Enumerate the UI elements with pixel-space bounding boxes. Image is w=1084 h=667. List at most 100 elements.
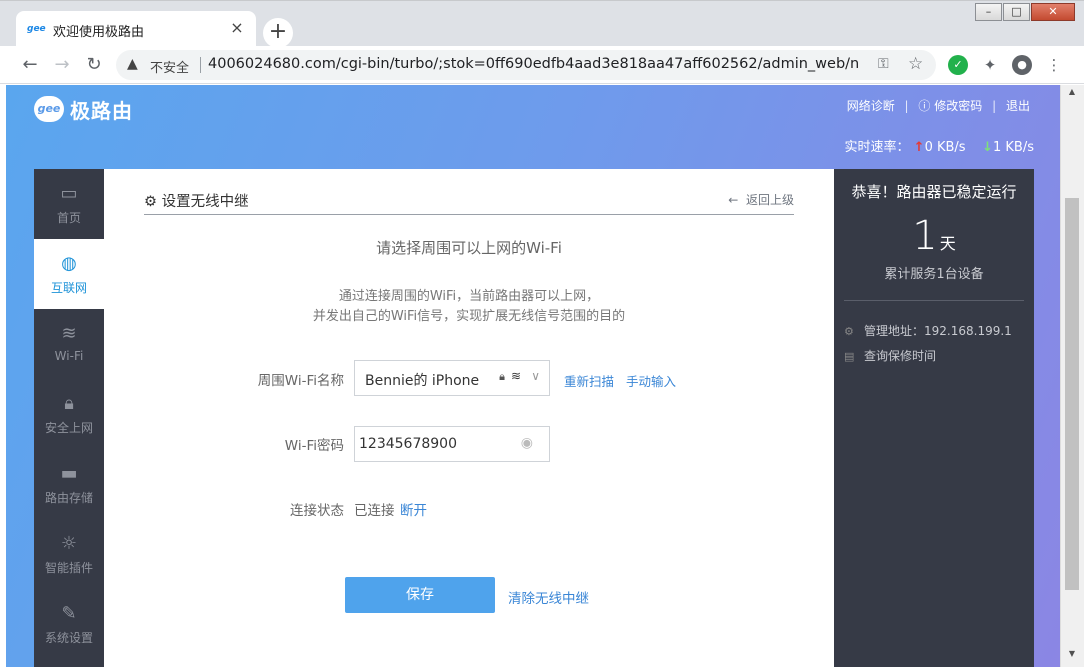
save-button[interactable]: 保存 [345,577,495,613]
password-value: 12345678900 [359,436,457,452]
back-link[interactable]: ← 返回上级 [728,191,794,208]
status-panel: 恭喜！路由器已稳定运行 1天 累计服务1台设备 ⚙ 管理地址：192.168.19… [834,169,1034,667]
warranty-link[interactable]: ▤ 查询保修时间 [844,347,936,364]
sidebar-item-label: 路由存储 [44,491,93,505]
window-close-button[interactable]: ✕ [1031,3,1075,21]
lock-icon: 🔒︎ [64,393,74,414]
back-arrow-icon[interactable]: ← [18,53,42,77]
back-arrow-icon: ← [728,193,739,207]
sidebar-item-storage[interactable]: ▬ 路由存储 [34,449,104,519]
maximize-button[interactable]: □ [1003,3,1030,21]
password-field[interactable]: 12345678900 ◉ [354,426,550,462]
eye-icon[interactable]: ◉ [521,435,533,451]
gear-icon: ⚙ [144,194,157,210]
sidebar-item-label: 互联网 [50,281,87,295]
wifi-name-value: Bennie的 iPhone [365,373,480,389]
bookmark-star-icon[interactable]: ☆ [908,54,923,74]
lock-icon: 🔒︎ [499,370,505,383]
puzzle-icon[interactable]: ✦ [980,55,1000,75]
download-arrow-icon: ↓ [982,140,993,155]
sidebar-item-security[interactable]: 🔒︎ 安全上网 [34,379,104,449]
new-tab-button[interactable]: + [263,18,293,48]
tab-title: 欢迎使用极路由 [53,25,145,40]
panel-divider [844,300,1024,301]
sidebar-item-label: 系统设置 [44,631,93,645]
admin-address-text: 管理地址：192.168.199.1 [864,324,1012,338]
security-label[interactable]: 不安全 [150,57,189,76]
served-devices: 累计服务1台设备 [884,267,984,282]
close-tab-icon[interactable]: × [228,19,246,37]
key-icon[interactable]: ⚿ [878,56,889,72]
disconnect-link[interactable]: 断开 [400,499,427,519]
extension-icon[interactable]: ✓ [948,55,968,75]
sidebar-item-label: 首页 [56,211,81,225]
content-header: ⚙ 设置无线中继 ← 返回上级 [144,187,794,215]
forward-arrow-icon[interactable]: → [50,53,74,77]
info-icon: ⓘ [918,99,931,113]
network-diagnose-link[interactable]: 网络诊断 [847,97,895,114]
sidebar-item-plugins[interactable]: ☼ 智能插件 [34,519,104,589]
globe-icon: ◍ [61,253,77,274]
folder-icon: ▬ [60,463,78,484]
uptime-days: 1天 [834,213,1034,259]
browser-tab[interactable]: gee 欢迎使用极路由 × [16,11,256,47]
description-line: 并发出自己的WiFi信号，实现扩展无线信号范围的目的 [312,309,626,324]
link-separator: | [992,99,997,113]
menu-dots-icon[interactable]: ⋮ [1044,55,1064,75]
manual-input-link[interactable]: 手动输入 [626,371,676,390]
main-content: ⚙ 设置无线中继 ← 返回上级 请选择周围可以上网的Wi-Fi 通过连接周围的W… [104,169,834,667]
chevron-down-icon: ∨ [531,369,540,383]
scroll-up-icon[interactable]: ▲ [1061,87,1083,103]
card-icon: ▤ [844,350,855,363]
bulb-icon: ☼ [60,533,78,554]
password-label: Wi-Fi密码 [284,438,344,454]
logo-text: 极路由 [70,99,133,123]
router-page: gee 极路由 网络诊断 | ⓘ 修改密码 | 退出 实时速率： ↑0 KB/s… [6,85,1060,667]
monitor-icon: ▭ [60,183,78,204]
url-text[interactable]: 4006024680.com/cgi-bin/turbo/;stok=0ff69… [208,56,858,72]
warranty-text: 查询保修时间 [864,349,937,363]
back-link-text: 返回上级 [745,193,794,207]
wifi-name-select[interactable]: Bennie的 iPhone 🔒︎ ≋ ∨ [354,360,550,396]
rescan-link[interactable]: 重新扫描 [564,371,614,390]
description-line: 通过连接周围的WiFi，当前路由器可以上网， [338,289,600,304]
section-subtitle: 请选择周围可以上网的Wi-Fi [376,239,562,257]
clear-repeater-link[interactable]: 清除无线中继 [508,587,589,607]
sidebar-item-home[interactable]: ▭ 首页 [34,169,104,239]
settings-icon: ⚙ [844,325,854,338]
sidebar: ▭ 首页 ◍ 互联网 ≋ Wi-Fi 🔒︎ 安全上网 ▬ 路由存储 ☼ 智能插件… [34,169,104,667]
sidebar-item-wifi[interactable]: ≋ Wi-Fi [34,309,104,379]
wifi-signal-icon: ≋ [510,369,521,383]
status-value: 已连接 [354,503,395,519]
sidebar-item-settings[interactable]: ✎ 系统设置 [34,589,104,659]
top-links: 网络诊断 | ⓘ 修改密码 | 退出 [847,97,1030,114]
page-title-text: 设置无线中继 [161,194,249,210]
browser-toolbar: ← → ↻ ▲ 不安全 4006024680.com/cgi-bin/turbo… [0,46,1084,84]
panel-title: 恭喜！路由器已稳定运行 [851,183,1017,201]
browser-titlebar: gee 欢迎使用极路由 × + – □ ✕ [0,0,1084,48]
vertical-scrollbar[interactable]: ▲ ▼ [1060,85,1084,667]
wifi-name-label: 周围Wi-Fi名称 [257,373,344,389]
uptime-number: 1 [912,213,938,259]
scroll-down-icon[interactable]: ▼ [1061,649,1083,665]
change-password-link[interactable]: 修改密码 [934,97,982,114]
admin-address: ⚙ 管理地址：192.168.199.1 [844,322,1012,339]
minimize-button[interactable]: – [975,3,1002,21]
sidebar-item-internet[interactable]: ◍ 互联网 [34,239,104,309]
reload-icon[interactable]: ↻ [82,53,106,77]
address-bar[interactable]: ▲ 不安全 4006024680.com/cgi-bin/turbo/;stok… [116,50,936,80]
logo-icon: gee [34,96,64,122]
upload-speed: 0 KB/s [924,140,966,155]
uptime-unit: 天 [939,234,956,253]
section-description: 通过连接周围的WiFi，当前路由器可以上网， 并发出自己的WiFi信号，实现扩展… [104,287,834,327]
download-speed: 1 KB/s [993,140,1034,155]
tab-favicon-icon: gee [27,24,46,34]
speed-indicator: 实时速率： ↑0 KB/s ↓1 KB/s [845,136,1035,155]
upload-arrow-icon: ↑ [913,140,925,155]
sidebar-item-label: 安全上网 [44,421,93,435]
profile-icon[interactable]: ● [1012,55,1032,75]
wifi-icon: ≋ [61,323,77,344]
logout-link[interactable]: 退出 [1006,97,1030,114]
warning-icon[interactable]: ▲ [127,56,138,72]
scrollbar-thumb[interactable] [1065,198,1079,590]
